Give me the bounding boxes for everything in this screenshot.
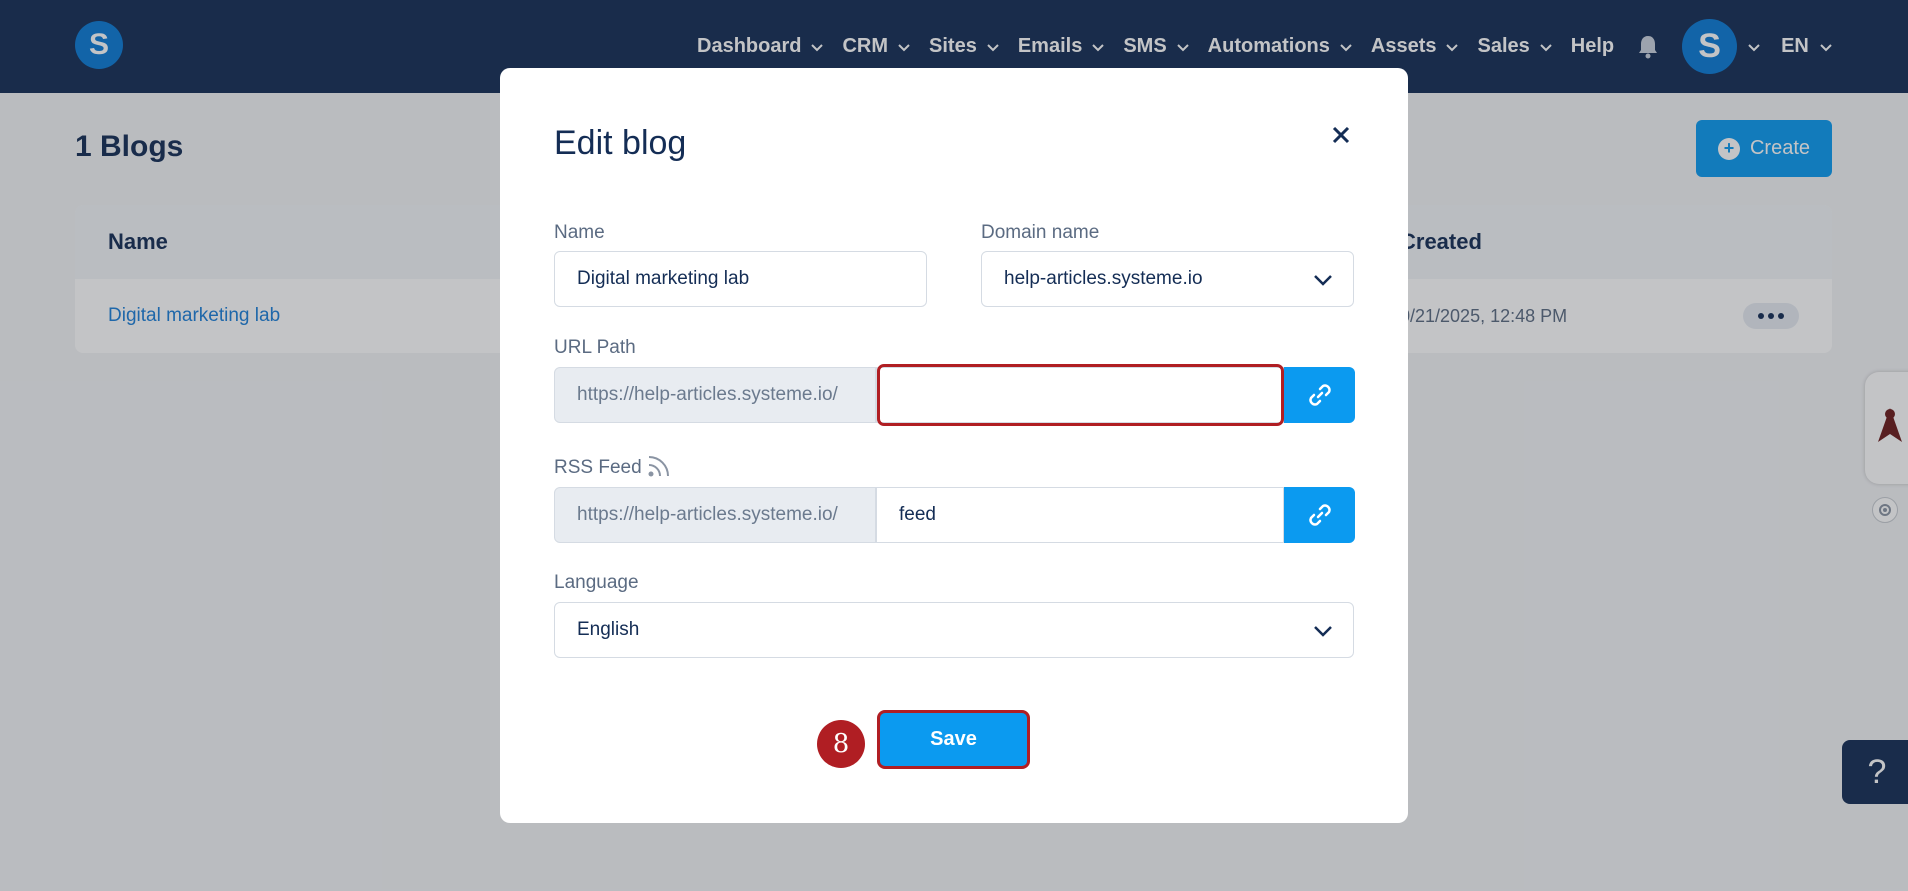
name-input[interactable]: Digital marketing lab [554, 251, 927, 307]
language-label: Language [554, 572, 639, 593]
rss-feed-input[interactable]: feed [876, 487, 1284, 543]
language-value: English [577, 619, 640, 640]
close-icon [1332, 126, 1350, 144]
rss-prefix: https://help-articles.systeme.io/ [554, 487, 876, 543]
rss-feed-value: feed [899, 504, 936, 525]
name-label: Name [554, 222, 605, 243]
close-button[interactable] [1326, 120, 1356, 150]
save-button[interactable]: Save [880, 713, 1027, 766]
name-value: Digital marketing lab [577, 268, 750, 289]
url-path-highlight [877, 364, 1284, 426]
rss-prefix-text: https://help-articles.systeme.io/ [577, 504, 838, 525]
chevron-down-icon [1314, 275, 1332, 286]
rss-icon [648, 456, 669, 477]
domain-select[interactable]: help-articles.systeme.io [981, 251, 1354, 307]
domain-label: Domain name [981, 222, 1100, 243]
rss-open-link-button[interactable] [1284, 487, 1355, 543]
url-prefix: https://help-articles.systeme.io/ [554, 367, 876, 423]
modal-title: Edit blog [554, 124, 687, 162]
domain-value: help-articles.systeme.io [1004, 268, 1203, 289]
step-number-badge: 8 [817, 720, 865, 768]
link-icon [1308, 504, 1331, 526]
url-path-label: URL Path [554, 337, 636, 358]
rss-feed-label: RSS Feed [554, 457, 642, 478]
url-open-link-button[interactable] [1284, 367, 1355, 423]
link-icon [1308, 384, 1331, 406]
chevron-down-icon [1314, 626, 1332, 637]
edit-blog-modal: Edit blog Name Digital marketing lab Dom… [500, 68, 1408, 823]
url-prefix-text: https://help-articles.systeme.io/ [577, 384, 838, 405]
language-select[interactable]: English [554, 602, 1354, 658]
